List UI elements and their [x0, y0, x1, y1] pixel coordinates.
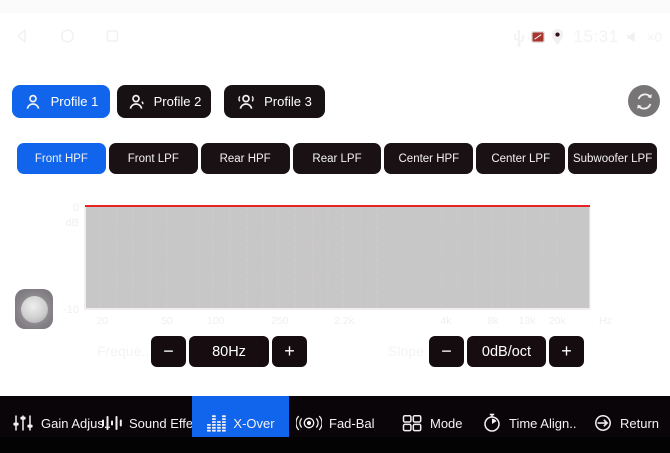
y-axis-label: dB — [66, 217, 79, 229]
system-nav — [14, 27, 121, 45]
sound-wave-icon — [100, 414, 122, 432]
filter-tab-label: Center HPF — [399, 153, 460, 165]
knob-circle — [21, 296, 48, 323]
frequency-value: 80Hz — [189, 336, 269, 367]
slope-label: Slope — [388, 336, 424, 367]
recents-button[interactable] — [104, 27, 121, 45]
profile-tab-1[interactable]: Profile 1 — [12, 85, 110, 118]
nav-item-label: Fad-Bal — [329, 416, 375, 431]
fader-balance-icon — [296, 413, 322, 433]
slope-value: 0dB/oct — [467, 336, 546, 367]
nav-item-label: Mode — [430, 416, 463, 431]
back-button[interactable] — [14, 27, 31, 45]
equalizer-icon — [206, 413, 226, 433]
x-tick-label: 20 — [96, 315, 108, 327]
timer-icon — [482, 413, 502, 433]
gain-sliders-icon — [12, 413, 34, 433]
refresh-icon — [634, 91, 655, 112]
home-button[interactable] — [59, 27, 76, 45]
filter-tab-bar: Front HPF Front LPF Rear HPF Rear LPF Center… — [17, 143, 657, 174]
clock: 15:31 — [574, 27, 619, 47]
profile-tab-label: Profile 3 — [264, 94, 312, 109]
head-unit-screen: 15:31 ×0 Profile 1 Profile 2 Profile 3 Fro… — [0, 0, 670, 453]
y-tick-label: 0 — [73, 202, 79, 214]
status-bar: 15:31 ×0 — [0, 13, 670, 59]
frequency-minus-button[interactable]: − — [151, 336, 186, 367]
x-tick-label: 8k — [487, 315, 499, 327]
filter-tab-label: Front HPF — [35, 153, 88, 165]
slope-minus-button[interactable]: − — [429, 336, 464, 367]
filter-tab-label: Subwoofer LPF — [573, 153, 652, 165]
dial-knob[interactable] — [15, 289, 53, 329]
filter-tab-front-hpf[interactable]: Front HPF — [17, 143, 106, 174]
filter-tab-center-hpf[interactable]: Center HPF — [384, 143, 473, 174]
location-icon — [550, 28, 565, 46]
x-tick-label: 4k — [441, 315, 453, 327]
return-arrow-icon — [593, 413, 613, 433]
filter-tab-subwoofer-lpf[interactable]: Subwoofer LPF — [568, 143, 657, 174]
nav-item-label: X-Over — [233, 416, 274, 431]
back-icon — [14, 27, 31, 45]
user-icon — [24, 93, 42, 111]
recents-icon — [104, 27, 121, 45]
frequency-label: Freque.. — [97, 336, 149, 367]
top-frame — [0, 0, 670, 13]
slope-plus-button[interactable]: + — [549, 336, 584, 367]
profile-tab-label: Profile 1 — [51, 94, 99, 109]
filter-tab-center-lpf[interactable]: Center LPF — [476, 143, 565, 174]
filter-tab-rear-hpf[interactable]: Rear HPF — [201, 143, 290, 174]
x-tick-label: 250 — [271, 315, 289, 327]
x-tick-label: 50 — [161, 315, 173, 327]
filter-tab-label: Center LPF — [491, 153, 550, 165]
volume-level: ×0 — [647, 30, 662, 45]
filter-tab-rear-lpf[interactable]: Rear LPF — [293, 143, 382, 174]
plot-area — [85, 206, 590, 309]
x-tick-label: 100 — [207, 315, 225, 327]
profile-tab-2[interactable]: Profile 2 — [117, 85, 211, 118]
user-group-icon — [237, 93, 255, 111]
screen: 15:31 ×0 Profile 1 Profile 2 Profile 3 Fro… — [0, 13, 670, 437]
y-tick-label: -10 — [63, 304, 79, 316]
profile-tab-3[interactable]: Profile 3 — [224, 85, 325, 118]
refresh-button[interactable] — [628, 85, 660, 117]
nav-item-label: Time Align.. — [509, 416, 576, 431]
profile-tab-label: Profile 2 — [154, 94, 202, 109]
usb-icon — [512, 28, 526, 47]
sd-card-icon — [531, 31, 545, 43]
nav-item-label: Sound Effe.. — [129, 416, 200, 431]
crossover-chart-svg: 0 dB -10 20 50 100 250 2.2k 4k 8k 13k 20k Hz — [50, 198, 616, 330]
filter-tab-front-lpf[interactable]: Front LPF — [109, 143, 198, 174]
status-icons: 15:31 ×0 — [512, 22, 662, 52]
mute-speaker-icon[interactable] — [626, 30, 641, 44]
nav-item-label: Return — [620, 416, 659, 431]
crossover-chart: 0 dB -10 20 50 100 250 2.2k 4k 8k 13k 20k Hz — [50, 198, 616, 330]
frequency-plus-button[interactable]: + — [272, 336, 307, 367]
home-icon — [59, 27, 76, 45]
filter-tab-label: Front LPF — [128, 153, 179, 165]
mode-grid-icon — [401, 413, 423, 433]
bottom-frame — [0, 437, 670, 453]
x-tick-label: 13k — [518, 315, 536, 327]
filter-tab-label: Rear HPF — [220, 153, 271, 165]
x-tick-label: 20k — [549, 315, 567, 327]
filter-tab-label: Rear LPF — [312, 153, 361, 165]
x-tick-label: 2.2k — [334, 315, 355, 327]
user-alt-icon — [127, 93, 145, 111]
x-axis-unit: Hz — [599, 315, 612, 327]
